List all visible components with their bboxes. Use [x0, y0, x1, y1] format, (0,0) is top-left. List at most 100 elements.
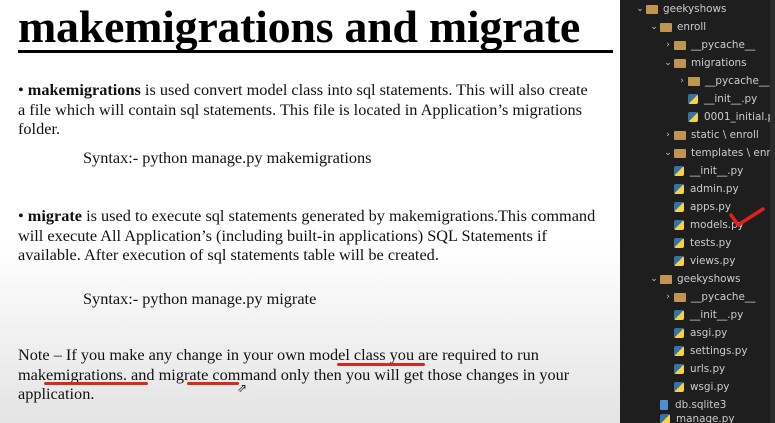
folder-icon [674, 292, 686, 302]
chevron-down-icon[interactable]: ⌄ [662, 144, 674, 162]
tree-item-views-py[interactable]: views.py [662, 252, 735, 270]
python-file-icon [674, 184, 684, 194]
bullet-text: is used to execute sql statements genera… [18, 206, 596, 264]
tree-item-asgi-py[interactable]: asgi.py [662, 324, 727, 342]
tree-item-label: manage.py [676, 413, 735, 423]
chevron-down-icon[interactable]: ⌄ [648, 270, 660, 288]
chevron-right-icon[interactable]: › [662, 126, 674, 144]
annotation-underline-migrate [187, 382, 239, 385]
tree-item-label: __init__.py [704, 93, 758, 105]
syntax-migrate: Syntax:- python manage.py migrate [83, 289, 317, 308]
annotation-underline-model-class [337, 363, 425, 366]
folder-icon [688, 76, 700, 86]
tree-item-label: geekyshows [663, 3, 727, 15]
syntax-makemigrations: Syntax:- python manage.py makemigrations [83, 148, 372, 167]
tree-item-label: migrations [691, 57, 747, 69]
chevron-down-icon[interactable]: ⌄ [634, 0, 646, 18]
tree-item-init-py[interactable]: __init__.py [662, 162, 743, 180]
python-file-icon [674, 238, 684, 248]
tree-item-migrations[interactable]: ⌄ migrations [662, 54, 747, 72]
tree-item-label: __init__.py [690, 309, 744, 321]
annotation-check-mark [729, 207, 765, 227]
tree-item-label: admin.py [690, 183, 739, 195]
python-file-icon [674, 346, 684, 356]
tree-item-0001-initial-py[interactable]: 0001_initial.py [676, 108, 775, 126]
tree-item-label: __pycache__ [691, 291, 756, 303]
tree-item-label: wsgi.py [690, 381, 730, 393]
python-file-icon [688, 112, 698, 122]
tree-item-templates-enroll[interactable]: ⌄ templates \ enroll [662, 144, 775, 162]
chevron-right-icon[interactable]: › [676, 72, 688, 90]
folder-icon [660, 274, 672, 284]
note-paragraph: Note – If you make any change in your ow… [18, 345, 598, 404]
database-icon [660, 400, 668, 410]
tree-item-label: tests.py [690, 237, 732, 249]
tree-item-enroll[interactable]: ⌄ enroll [648, 18, 706, 36]
tree-item-label: static \ enroll [691, 129, 759, 141]
tree-item-pycache[interactable]: › __pycache__ [676, 72, 769, 90]
mouse-cursor-icon: ⇗ [237, 381, 248, 395]
folder-icon [674, 148, 686, 158]
tree-item-label: asgi.py [690, 327, 728, 339]
chevron-down-icon[interactable]: ⌄ [648, 18, 660, 36]
folder-icon [660, 22, 672, 32]
tree-item-wsgi-py[interactable]: wsgi.py [662, 378, 729, 396]
tree-item-label: views.py [690, 255, 736, 267]
python-file-icon [674, 364, 684, 374]
tree-item-label: templates \ enroll [691, 147, 775, 159]
folder-icon [674, 130, 686, 140]
note-middle1: you are required to run [385, 345, 539, 364]
tree-item-init-py[interactable]: __init__.py [662, 306, 743, 324]
annotation-underline-makemigrations [44, 382, 148, 385]
python-file-icon [674, 382, 684, 392]
tree-item-manage-py[interactable]: manage.py [648, 410, 734, 423]
tree-item-admin-py[interactable]: admin.py [662, 180, 739, 198]
python-file-icon [660, 414, 670, 423]
python-file-icon [674, 310, 684, 320]
title-underline [18, 50, 613, 53]
python-file-icon [688, 94, 698, 104]
tree-item-pycache[interactable]: › __pycache__ [662, 288, 755, 306]
note-prefix: Note – If you make any change in your ow… [18, 345, 310, 364]
tree-item-static-enroll[interactable]: › static \ enroll [662, 126, 759, 144]
bullet-migrate: • migrate is used to execute sql stateme… [18, 206, 598, 265]
tree-item-settings-py[interactable]: settings.py [662, 342, 747, 360]
python-file-icon [674, 256, 684, 266]
tree-item-geekyshows[interactable]: ⌄ geekyshows [648, 270, 740, 288]
bullet-keyword: makemigrations [27, 80, 141, 99]
python-file-icon [674, 220, 684, 230]
tree-item-geekyshows[interactable]: ⌄ geekyshows [634, 0, 726, 18]
tree-item-apps-py[interactable]: apps.py [662, 198, 731, 216]
explorer-scrollbar[interactable] [770, 0, 775, 423]
bullet-keyword: migrate [27, 206, 83, 225]
tree-item-label: __init__.py [690, 165, 744, 177]
slide-title: makemigrations and migrate [18, 1, 581, 52]
tree-item-tests-py[interactable]: tests.py [662, 234, 731, 252]
tree-item-label: urls.py [690, 363, 726, 375]
note-model-class: model class [309, 345, 386, 364]
note-makemigrations: makemigrations [18, 364, 123, 384]
slide: makemigrations and migrate • makemigrati… [0, 0, 620, 423]
folder-icon [674, 58, 686, 68]
python-file-icon [674, 202, 684, 212]
note-migrate: migrate [158, 364, 209, 384]
python-file-icon [674, 328, 684, 338]
tree-item-label: settings.py [690, 345, 748, 357]
folder-icon [674, 40, 686, 50]
tree-item-label: apps.py [690, 201, 732, 213]
chevron-right-icon[interactable]: › [662, 288, 674, 306]
tree-item-label: __pycache__ [705, 75, 770, 87]
tree-item-label: 0001_initial.py [704, 111, 775, 123]
chevron-right-icon[interactable]: › [662, 36, 674, 54]
chevron-down-icon[interactable]: ⌄ [662, 54, 674, 72]
python-file-icon [674, 166, 684, 176]
bullet-marker: • [18, 80, 24, 99]
folder-icon [646, 4, 658, 14]
tree-item-urls-py[interactable]: urls.py [662, 360, 725, 378]
bullet-makemigrations: • makemigrations is used convert model c… [18, 80, 598, 139]
note-middle2: . and [122, 364, 159, 384]
tree-item-label: __pycache__ [691, 39, 756, 51]
tree-item-pycache[interactable]: › __pycache__ [662, 36, 755, 54]
tree-item-init-py[interactable]: __init__.py [676, 90, 757, 108]
tree-item-label: geekyshows [677, 273, 741, 285]
